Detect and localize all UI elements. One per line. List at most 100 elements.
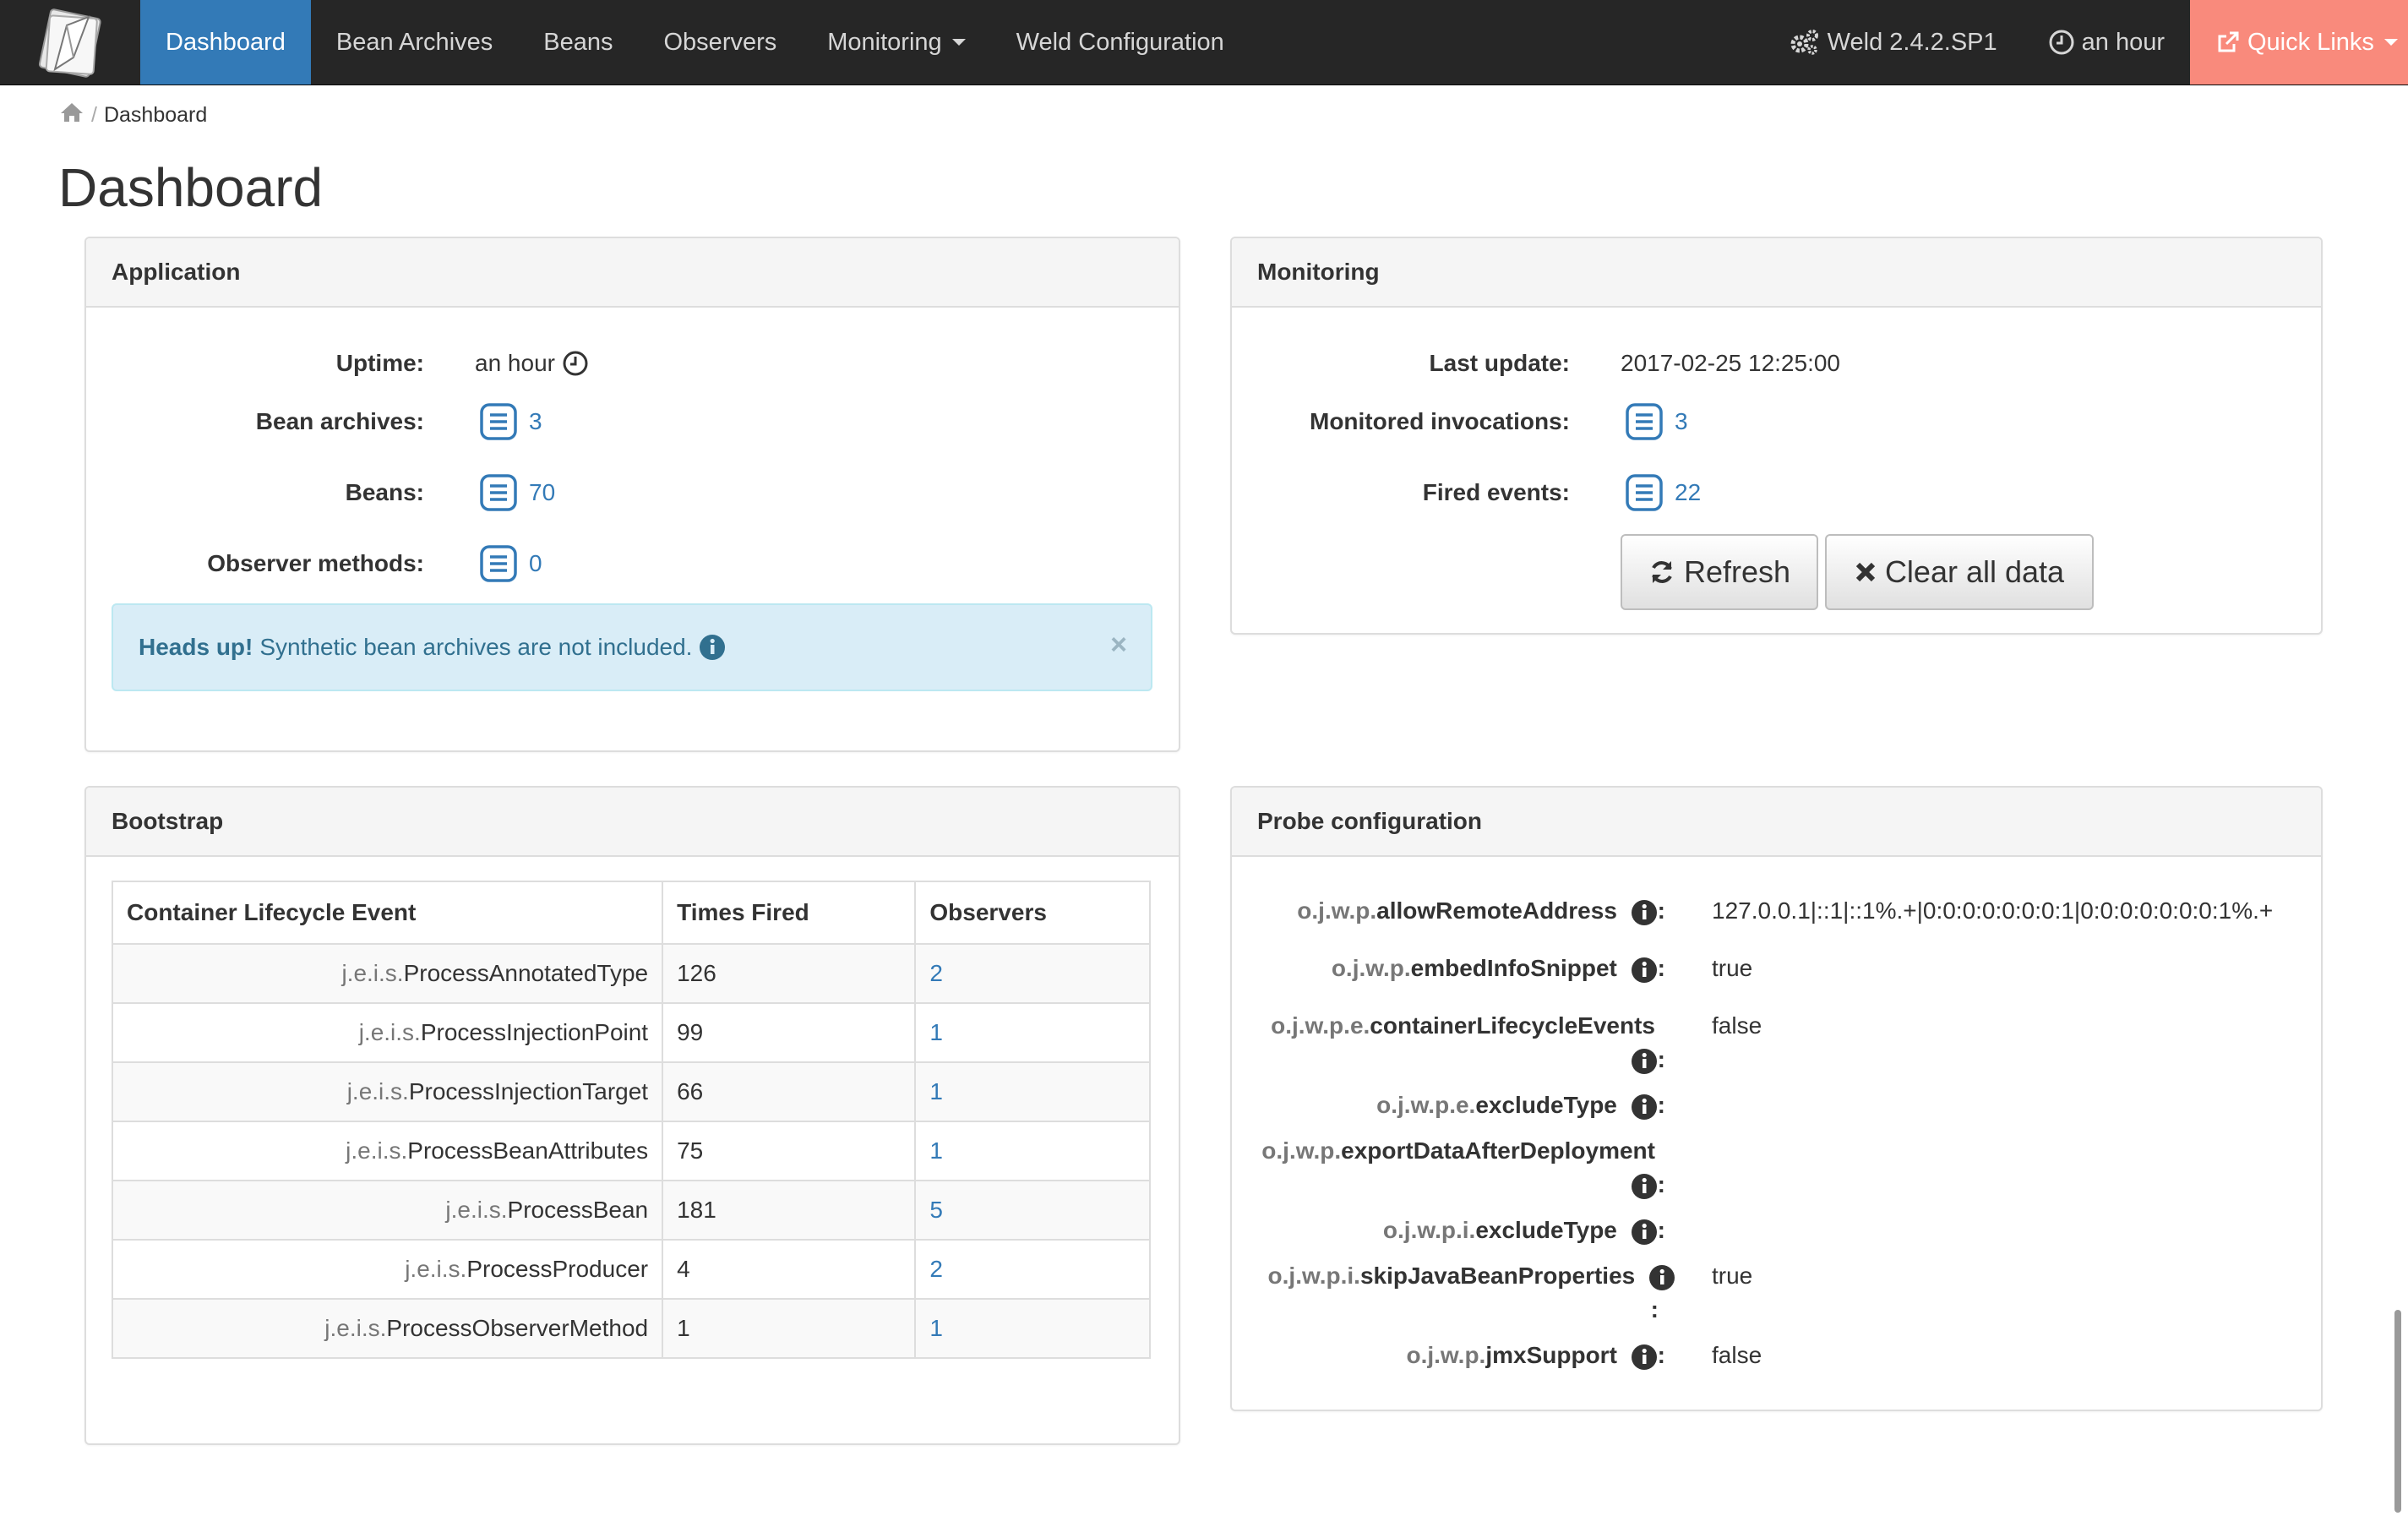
event-name: ProcessProducer [466, 1256, 649, 1282]
breadcrumb-separator: / [91, 102, 97, 127]
column-header[interactable]: Times Fired [662, 881, 917, 945]
times-fired-cell: 66 [662, 1061, 917, 1122]
list-icon [480, 545, 517, 582]
event-name: ProcessInjectionPoint [420, 1019, 649, 1045]
info-icon[interactable] [1631, 899, 1658, 926]
observers-link[interactable]: 2 [929, 1256, 943, 1282]
config-key-package: o.j.w.p.e. [1271, 1012, 1370, 1039]
fired-events-link[interactable]: 22 [1626, 474, 1701, 511]
info-icon[interactable] [1631, 1219, 1658, 1246]
fired-events-count[interactable]: 22 [1675, 479, 1701, 506]
observers-link[interactable]: 1 [929, 1315, 943, 1341]
info-icon[interactable] [1648, 1264, 1675, 1291]
observers-link[interactable]: 5 [929, 1197, 943, 1223]
config-key-package: o.j.w.p. [1331, 955, 1411, 981]
bean-archives-count[interactable]: 3 [529, 408, 542, 435]
quick-links-dropdown[interactable]: Quick Links [2190, 0, 2408, 85]
nav-monitoring-label: Monitoring [827, 28, 942, 56]
config-key-package: o.j.w.p. [1297, 897, 1377, 924]
probe-config-key: o.j.w.p.exportDataAfterDeployment [1261, 1137, 1655, 1164]
info-icon[interactable] [1631, 1344, 1658, 1371]
list-icon [1626, 474, 1663, 511]
weld-version[interactable]: Weld 2.4.2.SP1 [1762, 0, 2023, 85]
probe-config-key: o.j.w.p.i.excludeType : [1383, 1217, 1665, 1246]
observer-methods-link[interactable]: 0 [480, 545, 542, 582]
nav-bean-archives[interactable]: Bean Archives [311, 0, 518, 85]
config-key-name: excludeType [1475, 1092, 1617, 1118]
bean-archives-link[interactable]: 3 [480, 403, 542, 440]
probe-config-key-tail: : [1624, 1171, 1665, 1200]
observers-cell: 1 [914, 1298, 1151, 1359]
observer-methods-count[interactable]: 0 [529, 550, 542, 577]
event-package: j.e.i.s. [358, 1019, 421, 1045]
observer-methods-label: Observer methods: [207, 550, 424, 576]
weld-logo-icon[interactable] [0, 0, 140, 85]
lifecycle-events-table: Container Lifecycle Event Times Fired Ob… [111, 881, 1151, 1359]
monitored-invocations-count[interactable]: 3 [1675, 408, 1688, 435]
beans-link[interactable]: 70 [480, 474, 555, 511]
refresh-label: Refresh [1683, 554, 1791, 589]
config-key-package: o.j.w.p.i. [1267, 1263, 1360, 1289]
probe-config-value: false [1712, 1012, 1762, 1039]
observers-cell: 1 [914, 1002, 1151, 1063]
times-fired-cell: 99 [662, 1002, 917, 1063]
column-header[interactable]: Observers [914, 881, 1151, 945]
info-icon[interactable] [1631, 1173, 1658, 1200]
list-icon [480, 474, 517, 511]
observers-link[interactable]: 1 [929, 1078, 943, 1104]
refresh-button[interactable]: Refresh [1621, 534, 1818, 610]
nav-uptime[interactable]: an hour [2023, 0, 2190, 85]
clear-all-data-button[interactable]: Clear all data [1825, 534, 2094, 610]
monitored-invocations-row: Monitored invocations: 3 [1232, 402, 1688, 441]
info-icon[interactable] [1631, 1094, 1658, 1121]
nav-weld-configuration[interactable]: Weld Configuration [991, 0, 1250, 85]
config-key-colon: : [1657, 1046, 1665, 1072]
observers-link[interactable]: 1 [929, 1137, 943, 1164]
beans-count[interactable]: 70 [529, 479, 555, 506]
application-panel-title: Application [86, 238, 1179, 308]
probe-config-key: o.j.w.p.e.containerLifecycleEvents [1271, 1012, 1655, 1039]
home-icon[interactable] [59, 101, 84, 129]
fired-events-row: Fired events: 22 [1232, 473, 1701, 512]
event-cell: j.e.i.s.ProcessBeanAttributes [111, 1121, 664, 1181]
gears-icon [1787, 27, 1821, 57]
alert-close-button[interactable]: × [1110, 629, 1127, 662]
config-key-colon: : [1657, 1342, 1665, 1368]
nav-monitoring-dropdown[interactable]: Monitoring [802, 0, 990, 85]
clock-icon [562, 350, 589, 377]
times-fired-cell: 75 [662, 1121, 917, 1181]
config-key-name: containerLifecycleEvents [1370, 1012, 1655, 1039]
table-row: j.e.i.s.ProcessObserverMethod 1 1 [111, 1298, 1151, 1359]
alert-text: Synthetic bean archives are not included… [259, 634, 693, 660]
column-header[interactable]: Container Lifecycle Event [111, 881, 664, 945]
probe-configuration-panel: Probe configuration o.j.w.p.allowRemoteA… [1230, 786, 2323, 1411]
observers-link[interactable]: 1 [929, 1019, 943, 1045]
breadcrumb: / Dashboard [59, 100, 207, 130]
config-key-colon: : [1650, 1296, 1659, 1323]
config-key-name: skipJavaBeanProperties [1359, 1263, 1636, 1289]
config-key-package: o.j.w.p. [1261, 1137, 1342, 1164]
observers-link[interactable]: 2 [929, 960, 943, 986]
probe-config-value: true [1712, 955, 1753, 981]
info-icon[interactable] [1631, 957, 1658, 984]
observer-methods-row: Observer methods: 0 [86, 544, 542, 583]
page-scrollbar[interactable] [2394, 1310, 2401, 1513]
times-fired-cell: 181 [662, 1180, 917, 1241]
beans-row: Beans: 70 [86, 473, 555, 512]
info-icon[interactable] [1631, 1048, 1658, 1075]
config-key-colon: : [1657, 1171, 1665, 1197]
observers-cell: 2 [914, 1239, 1151, 1300]
monitoring-panel-title: Monitoring [1232, 238, 2321, 308]
info-icon[interactable] [699, 634, 726, 661]
event-cell: j.e.i.s.ProcessBean [111, 1180, 664, 1241]
observers-cell: 1 [914, 1121, 1151, 1181]
table-header-row: Container Lifecycle Event Times Fired Ob… [111, 881, 1151, 945]
event-cell: j.e.i.s.ProcessInjectionPoint [111, 1002, 664, 1063]
nav-dashboard[interactable]: Dashboard [140, 0, 311, 85]
nav-beans[interactable]: Beans [518, 0, 638, 85]
monitored-invocations-link[interactable]: 3 [1626, 403, 1688, 440]
nav-observers[interactable]: Observers [639, 0, 803, 85]
list-icon [1626, 403, 1663, 440]
config-key-name: excludeType [1475, 1217, 1617, 1243]
event-name: ProcessInjectionTarget [408, 1078, 649, 1104]
